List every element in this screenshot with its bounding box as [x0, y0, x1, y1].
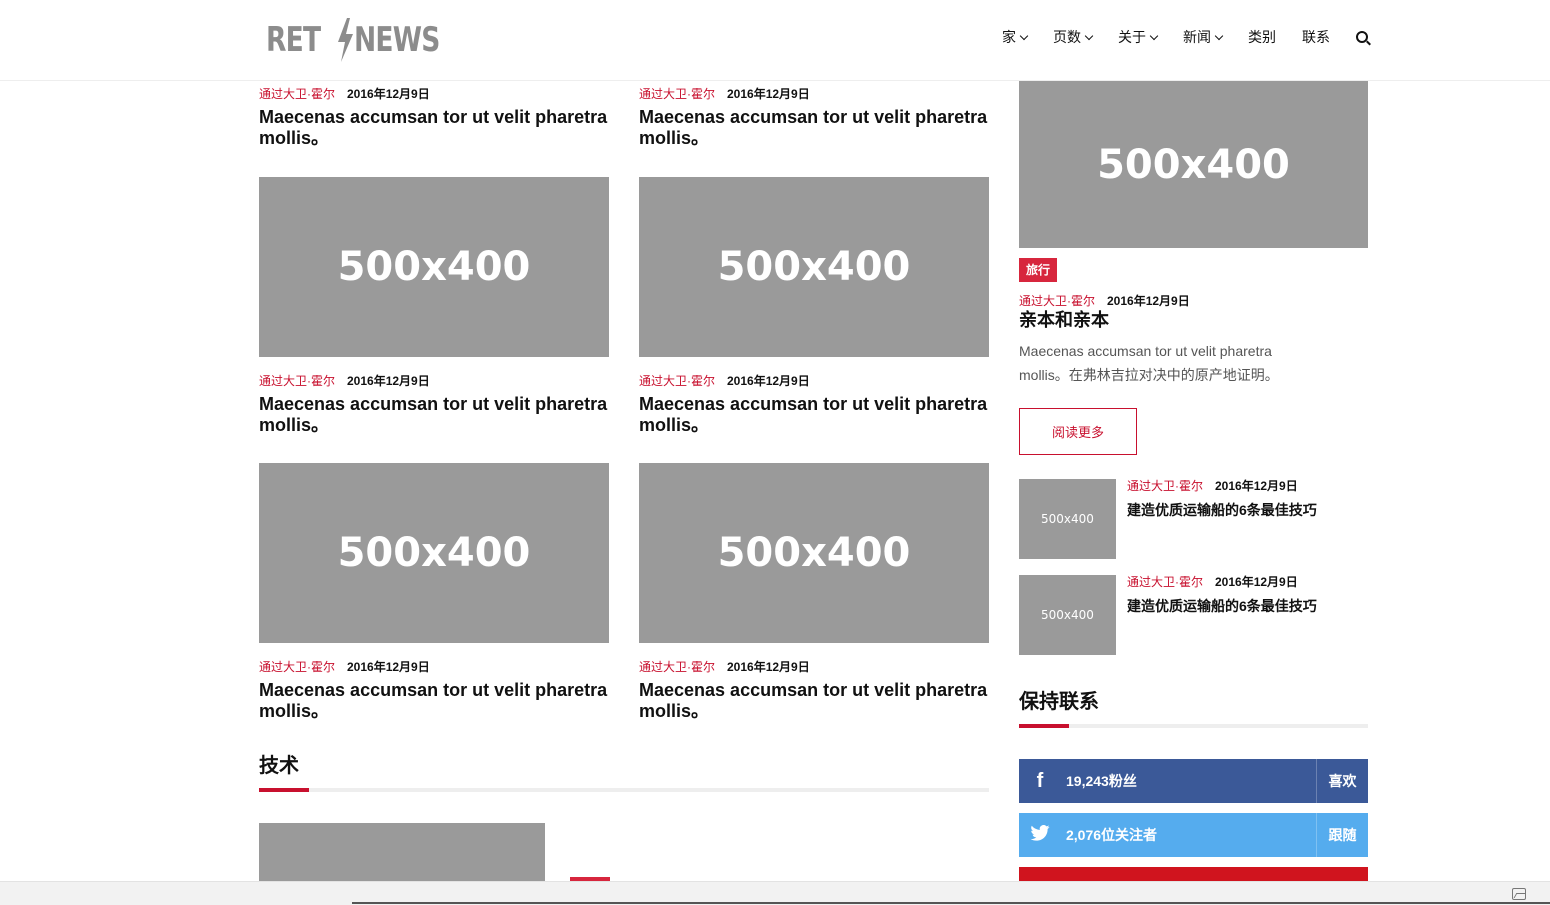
facebook-fan-count: 19,243粉丝 [1066, 773, 1137, 789]
post-date: 2016年12月9日 [727, 87, 810, 101]
twitter-follower-count: 2,076位关注者 [1066, 827, 1158, 843]
post-author[interactable]: 通过大卫·霍尔 [259, 85, 335, 102]
chevron-down-icon [1084, 31, 1094, 40]
site-header: RET NEWS 家 页数 关于 新闻 类别 联系 [0, 0, 1550, 81]
section-divider [1019, 724, 1368, 728]
featured-post-excerpt: Maecenas accumsan tor ut velit pharetra … [1019, 339, 1368, 387]
post-date: 2016年12月9日 [1107, 294, 1190, 308]
excerpt-line: mollis。在弗林吉拉对决中的原产地证明。 [1019, 367, 1279, 383]
nav-item-categories[interactable]: 类别 [1248, 27, 1276, 47]
small-post-image[interactable]: 500x400 [1019, 575, 1116, 655]
post-title[interactable]: Maecenas accumsan tor ut velit pharetra … [639, 394, 989, 436]
small-post-title[interactable]: 建造优质运输船的6条最佳技巧 [1127, 596, 1317, 616]
post-meta: 通过大卫·霍尔 2016年12月9日 [259, 658, 609, 675]
post-date: 2016年12月9日 [347, 374, 430, 388]
post-date: 2016年12月9日 [347, 660, 430, 674]
section-divider [259, 788, 989, 792]
small-post-meta: 通过大卫·霍尔 2016年12月9日 [1127, 477, 1298, 494]
post-author[interactable]: 通过大卫·霍尔 [1019, 292, 1095, 309]
post-card: 通过大卫·霍尔 2016年12月9日 Maecenas accumsan tor… [259, 85, 609, 149]
nav-label: 新闻 [1183, 29, 1211, 45]
post-meta: 通过大卫·霍尔 2016年12月9日 [639, 658, 989, 675]
post-image[interactable]: 500x400 [639, 463, 989, 643]
excerpt-line: Maecenas accumsan tor ut velit pharetra [1019, 343, 1272, 359]
lightning-bolt-icon [334, 18, 356, 62]
small-post-meta: 通过大卫·霍尔 2016年12月9日 [1127, 573, 1298, 590]
post-meta: 通过大卫·霍尔 2016年12月9日 [259, 85, 609, 102]
post-author[interactable]: 通过大卫·霍尔 [259, 372, 335, 389]
post-date: 2016年12月9日 [1215, 479, 1298, 493]
post-title[interactable]: Maecenas accumsan tor ut velit pharetra … [259, 107, 609, 149]
post-image[interactable]: 500x400 [639, 177, 989, 357]
read-more-button[interactable]: 阅读更多 [1019, 408, 1137, 455]
site-logo[interactable]: RET NEWS [266, 18, 463, 62]
chevron-down-icon [1019, 31, 1029, 40]
post-date: 2016年12月9日 [1215, 575, 1298, 589]
nav-item-pages[interactable]: 页数 [1053, 27, 1094, 47]
tech-post-image[interactable] [259, 823, 545, 883]
post-meta: 通过大卫·霍尔 2016年12月9日 [259, 372, 609, 389]
small-post-image[interactable]: 500x400 [1019, 479, 1116, 559]
post-author[interactable]: 通过大卫·霍尔 [639, 658, 715, 675]
nav-item-contact[interactable]: 联系 [1302, 27, 1330, 47]
nav-label: 页数 [1053, 29, 1081, 45]
twitter-follow-bar[interactable]: 2,076位关注者 跟随 [1019, 813, 1368, 857]
bottom-scroll-track [352, 902, 1550, 904]
nav-label: 家 [1002, 29, 1016, 45]
facebook-icon: f [1036, 769, 1044, 792]
post-title[interactable]: Maecenas accumsan tor ut velit pharetra … [259, 394, 609, 436]
nav-item-about[interactable]: 关于 [1118, 27, 1159, 47]
post-meta: 通过大卫·霍尔 2016年12月9日 [639, 372, 989, 389]
nav-label: 关于 [1118, 29, 1146, 45]
post-author[interactable]: 通过大卫·霍尔 [1127, 477, 1203, 494]
section-title-tech: 技术 [259, 755, 299, 777]
post-date: 2016年12月9日 [727, 374, 810, 388]
post-title[interactable]: Maecenas accumsan tor ut velit pharetra … [639, 680, 989, 722]
post-card: 通过大卫·霍尔 2016年12月9日 Maecenas accumsan tor… [639, 85, 989, 149]
post-meta: 通过大卫·霍尔 2016年12月9日 [639, 85, 989, 102]
section-divider-accent [1019, 724, 1069, 728]
nav-item-home[interactable]: 家 [1002, 27, 1029, 47]
post-card: 500x400 通过大卫·霍尔 2016年12月9日 Maecenas accu… [639, 463, 989, 722]
post-author[interactable]: 通过大卫·霍尔 [639, 372, 715, 389]
category-tag-travel[interactable]: 旅行 [1019, 258, 1058, 282]
nav-label: 类别 [1248, 29, 1276, 45]
post-card: 500x400 通过大卫·霍尔 2016年12月9日 Maecenas accu… [259, 463, 609, 722]
main-nav: 家 页数 关于 新闻 类别 联系 [976, 27, 1368, 47]
post-card: 500x400 通过大卫·霍尔 2016年12月9日 Maecenas accu… [259, 177, 609, 436]
featured-post-image[interactable]: 500x400 [1019, 81, 1368, 248]
post-author[interactable]: 通过大卫·霍尔 [259, 658, 335, 675]
facebook-like-button[interactable]: 喜欢 [1316, 759, 1368, 803]
logo-text-right: NEWS [353, 20, 440, 60]
featured-post-meta: 通过大卫·霍尔 2016年12月9日 [1019, 292, 1190, 309]
post-title[interactable]: Maecenas accumsan tor ut velit pharetra … [639, 107, 989, 149]
post-author[interactable]: 通过大卫·霍尔 [639, 85, 715, 102]
post-title[interactable]: Maecenas accumsan tor ut velit pharetra … [259, 680, 609, 722]
twitter-icon [1019, 824, 1061, 847]
search-icon[interactable] [1356, 31, 1368, 43]
nav-label: 联系 [1302, 29, 1330, 45]
chevron-down-icon [1149, 31, 1159, 40]
small-post-title[interactable]: 建造优质运输船的6条最佳技巧 [1127, 500, 1317, 520]
twitter-follow-button[interactable]: 跟随 [1316, 813, 1368, 857]
chevron-down-icon [1214, 31, 1224, 40]
nav-item-news[interactable]: 新闻 [1183, 27, 1224, 47]
post-date: 2016年12月9日 [727, 660, 810, 674]
logo-text-left: RET [266, 20, 321, 60]
post-image[interactable]: 500x400 [259, 177, 609, 357]
section-title-stay-connected: 保持联系 [1019, 691, 1099, 713]
post-author[interactable]: 通过大卫·霍尔 [1127, 573, 1203, 590]
facebook-follow-bar[interactable]: f 19,243粉丝 喜欢 [1019, 759, 1368, 803]
featured-post-title[interactable]: 亲本和亲本 [1019, 310, 1109, 331]
section-divider-accent [259, 788, 309, 792]
post-image[interactable]: 500x400 [259, 463, 609, 643]
post-card: 500x400 通过大卫·霍尔 2016年12月9日 Maecenas accu… [639, 177, 989, 436]
image-icon[interactable] [1512, 888, 1526, 900]
post-date: 2016年12月9日 [347, 87, 430, 101]
